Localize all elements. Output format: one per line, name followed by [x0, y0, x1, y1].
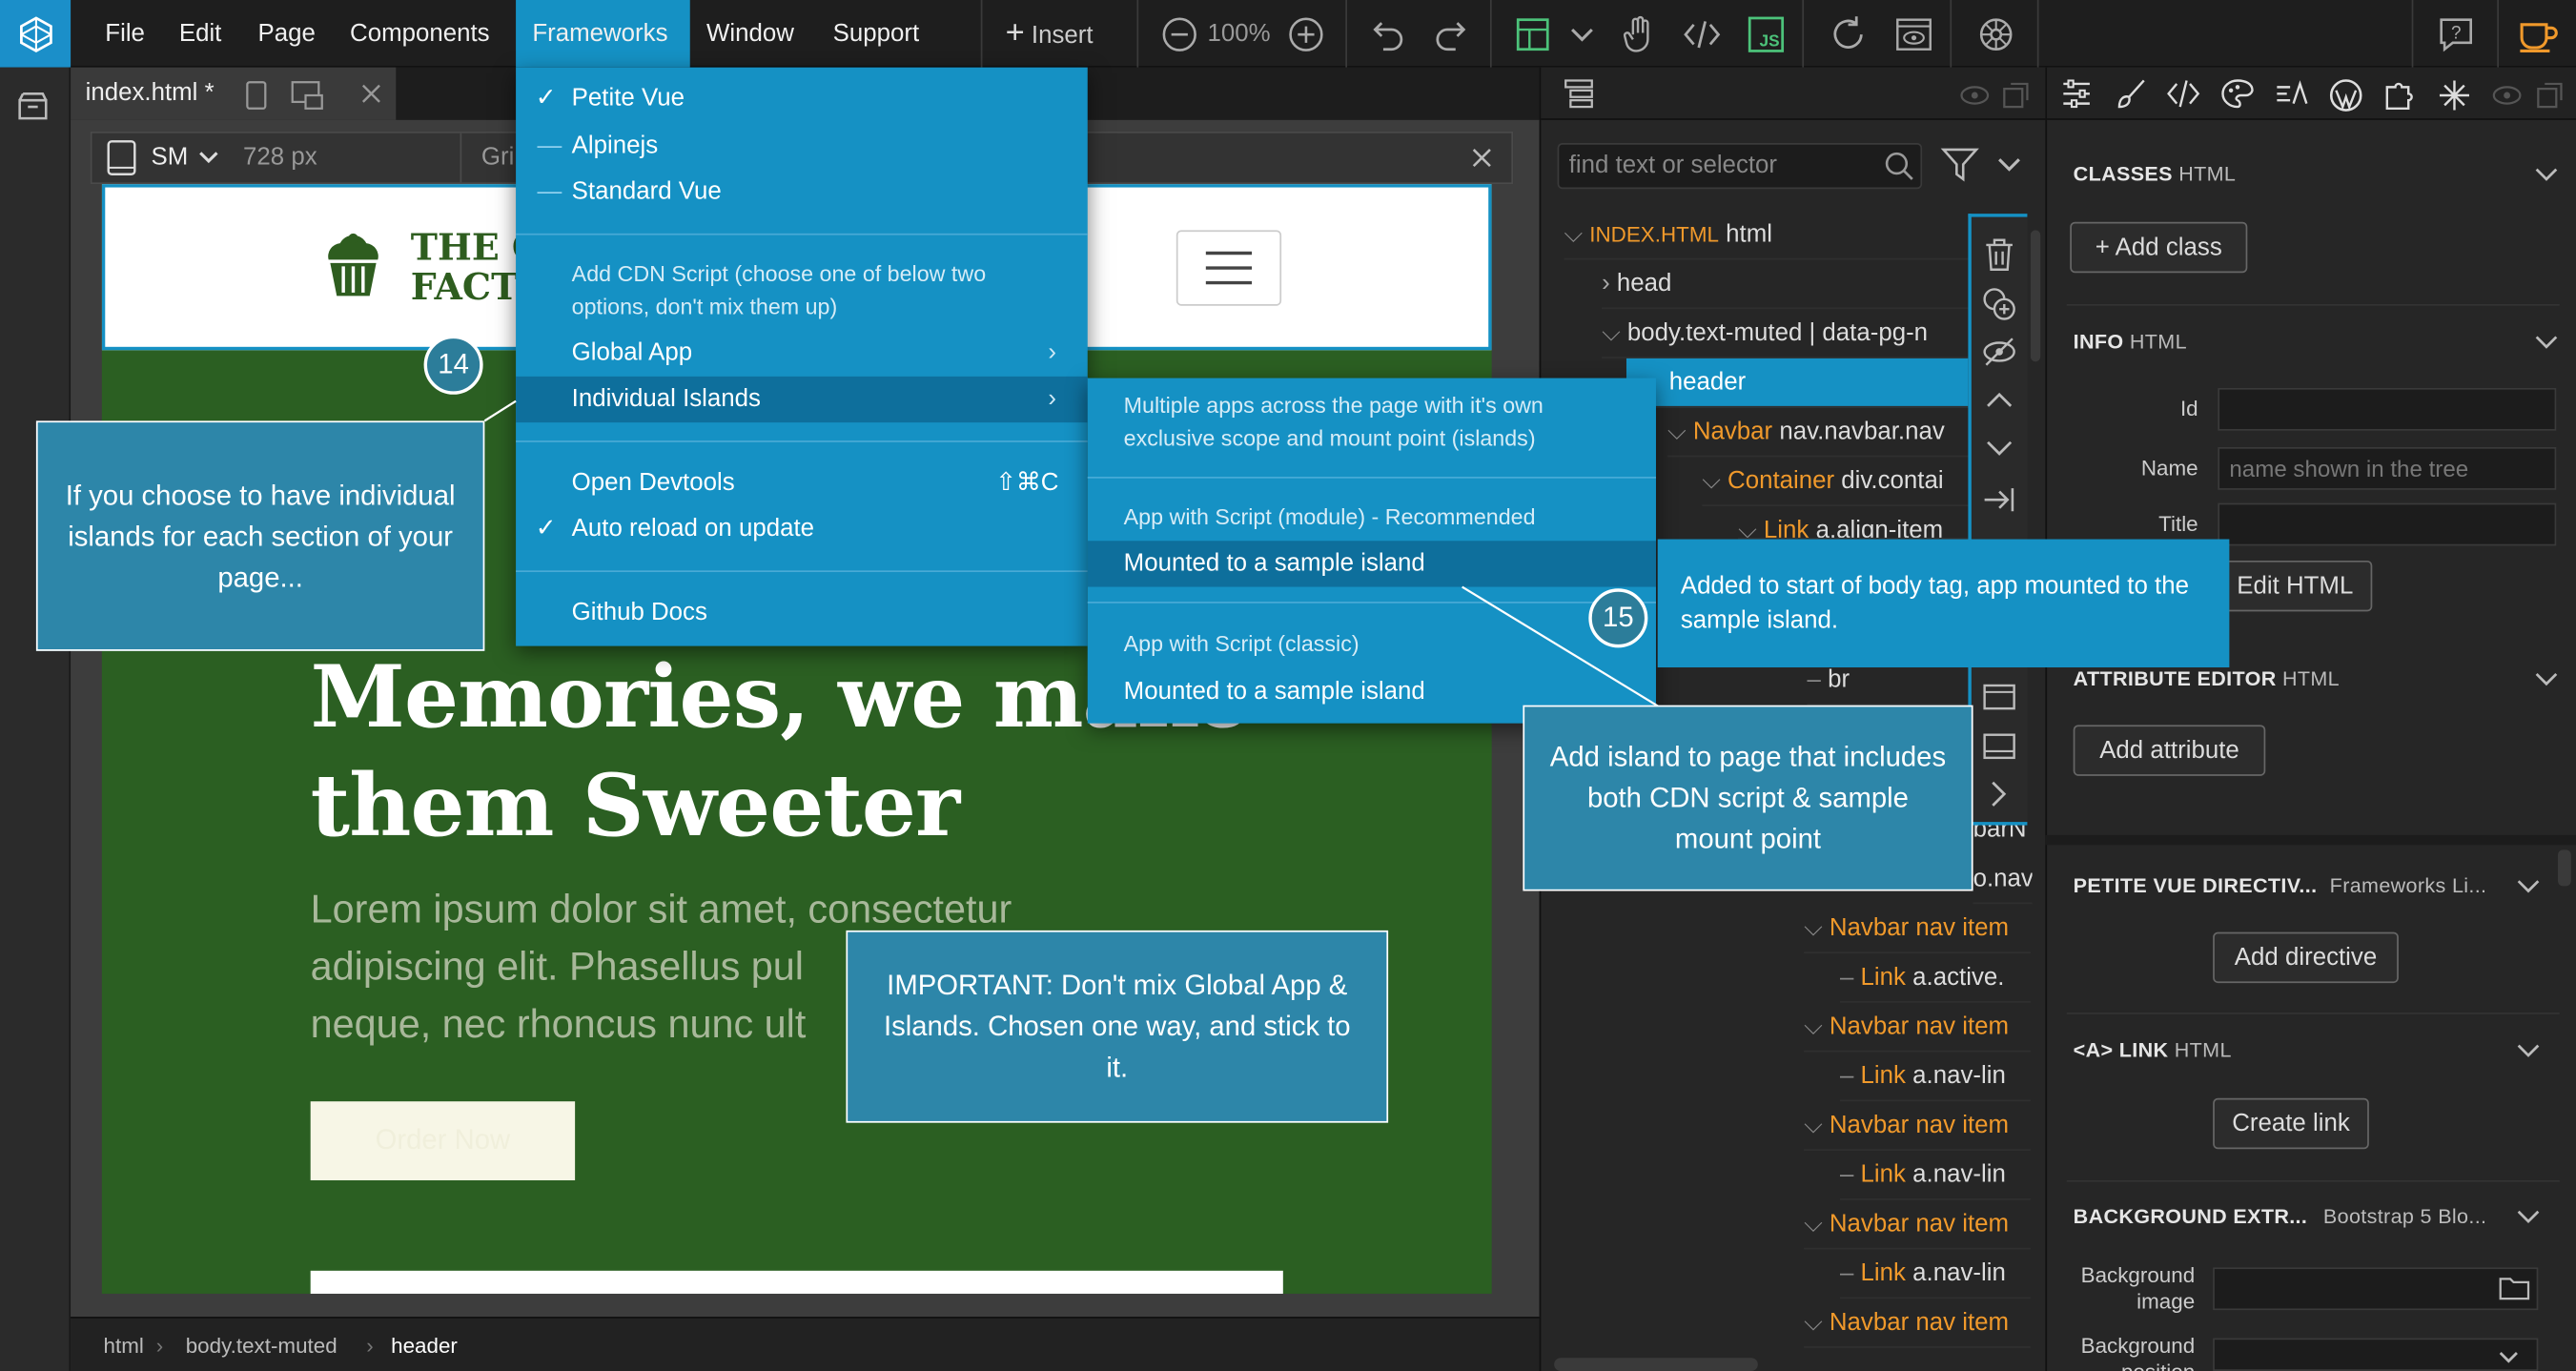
callout-connector-lines [483, 399, 1661, 708]
body-tag-callout: Added to start of body tag, app mounted … [1657, 539, 2230, 668]
islands-callout: If you choose to have individual islands… [35, 420, 485, 651]
step-badge-15: 15 [1588, 588, 1648, 648]
important-callout: IMPORTANT: Don't mix Global App & Island… [846, 930, 1389, 1123]
add-island-callout: Add island to page that includes both CD… [1523, 705, 1973, 891]
step-badge-14: 14 [423, 335, 483, 395]
